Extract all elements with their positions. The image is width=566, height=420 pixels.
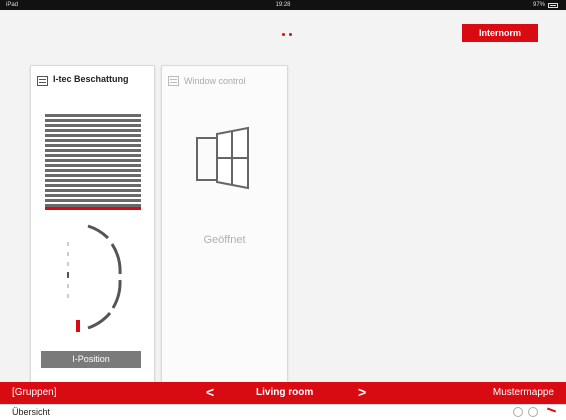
arrow-icon bbox=[546, 407, 557, 413]
i-position-button[interactable]: I-Position bbox=[41, 351, 141, 368]
dial-marker bbox=[76, 320, 80, 332]
next-room-button[interactable]: > bbox=[358, 384, 366, 400]
room-navbar: [Gruppen] < Living room > Mustermappe bbox=[0, 382, 566, 404]
mustermappe-link[interactable]: Mustermappe bbox=[493, 387, 554, 398]
card-header: Window control bbox=[168, 74, 264, 88]
battery-icon bbox=[548, 2, 558, 8]
room-title: Living room bbox=[256, 387, 314, 398]
overview-link[interactable]: Übersicht bbox=[12, 407, 50, 417]
battery-percent: 97% bbox=[532, 2, 545, 8]
open-window-icon bbox=[196, 126, 249, 190]
clock: 19:28 bbox=[275, 2, 291, 8]
window-control-card[interactable]: Window control Geöffnet bbox=[161, 65, 288, 384]
dial-arc-segment bbox=[87, 224, 110, 240]
brand-button[interactable]: Internorm bbox=[462, 24, 538, 42]
blind-bottom-rail bbox=[45, 207, 141, 210]
dial-arc-segment bbox=[111, 279, 122, 309]
main-area: Internorm I-tec Beschattung I-Position W… bbox=[0, 10, 566, 384]
circle-icon[interactable] bbox=[513, 407, 523, 417]
groups-link[interactable]: [Gruppen] bbox=[12, 387, 56, 398]
page-indicator bbox=[282, 33, 292, 36]
dial-arc-segment bbox=[110, 243, 122, 275]
card-title: Window control bbox=[184, 76, 246, 86]
page-dot[interactable] bbox=[289, 33, 292, 36]
card-header: I-tec Beschattung bbox=[37, 74, 133, 86]
window-small-icon bbox=[168, 76, 179, 86]
circle-icon[interactable] bbox=[528, 407, 538, 417]
bottom-bar: Übersicht bbox=[0, 404, 566, 420]
blind-slats[interactable] bbox=[45, 114, 141, 210]
dial-arc-segment bbox=[87, 311, 112, 330]
window-status: Geöffnet bbox=[203, 234, 246, 246]
status-bar: iPad 19:28 97% bbox=[0, 0, 566, 10]
blind-icon bbox=[37, 76, 48, 86]
card-title: I-tec Beschattung bbox=[53, 74, 129, 84]
prev-room-button[interactable]: < bbox=[206, 384, 214, 400]
slat-angle-dial[interactable] bbox=[58, 216, 128, 346]
shading-card[interactable]: I-tec Beschattung I-Position bbox=[30, 65, 155, 384]
page-dot[interactable] bbox=[282, 33, 285, 36]
battery-indicator: 97% bbox=[533, 0, 558, 10]
